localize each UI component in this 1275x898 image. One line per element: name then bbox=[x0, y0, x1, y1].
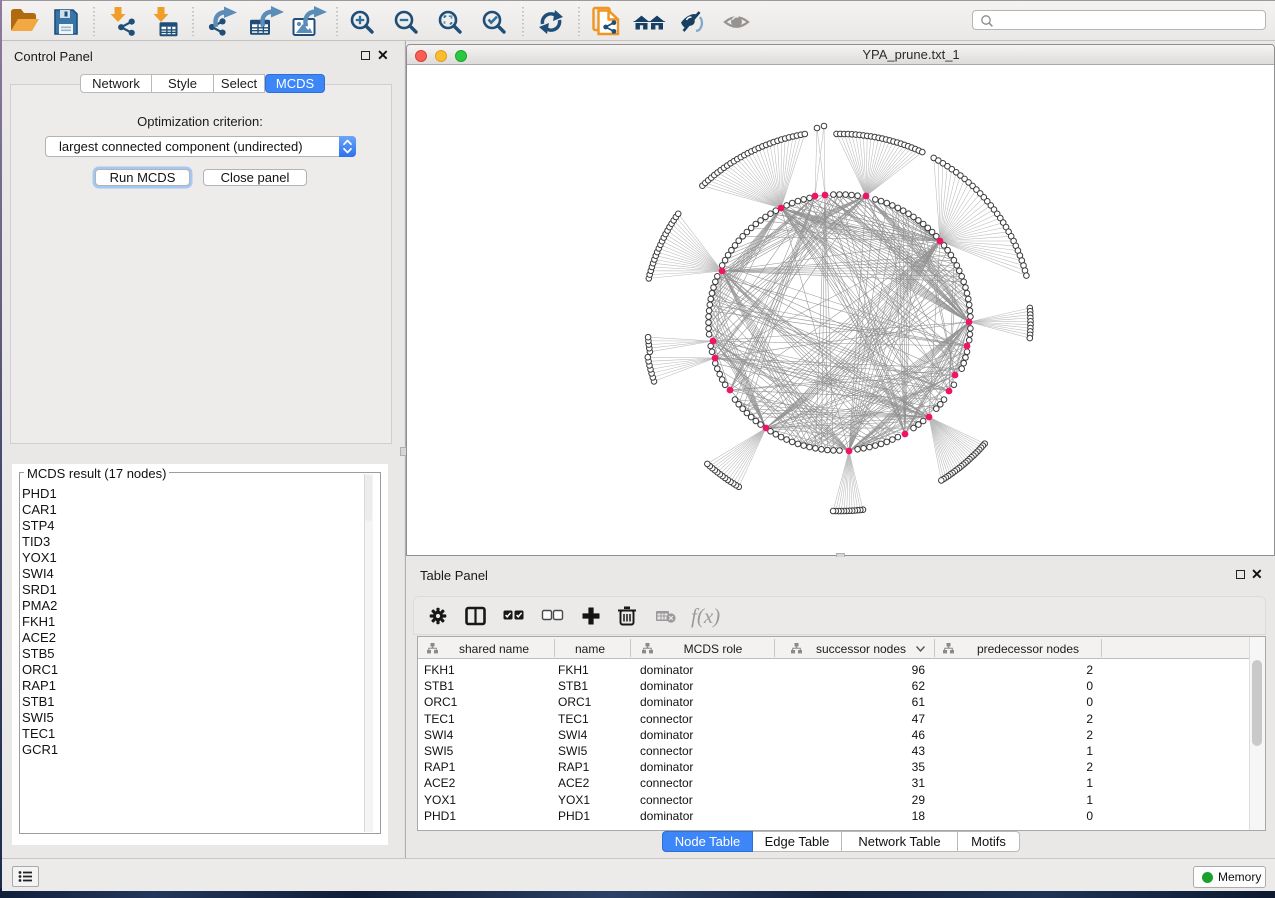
svg-text:f(x): f(x) bbox=[691, 604, 720, 628]
